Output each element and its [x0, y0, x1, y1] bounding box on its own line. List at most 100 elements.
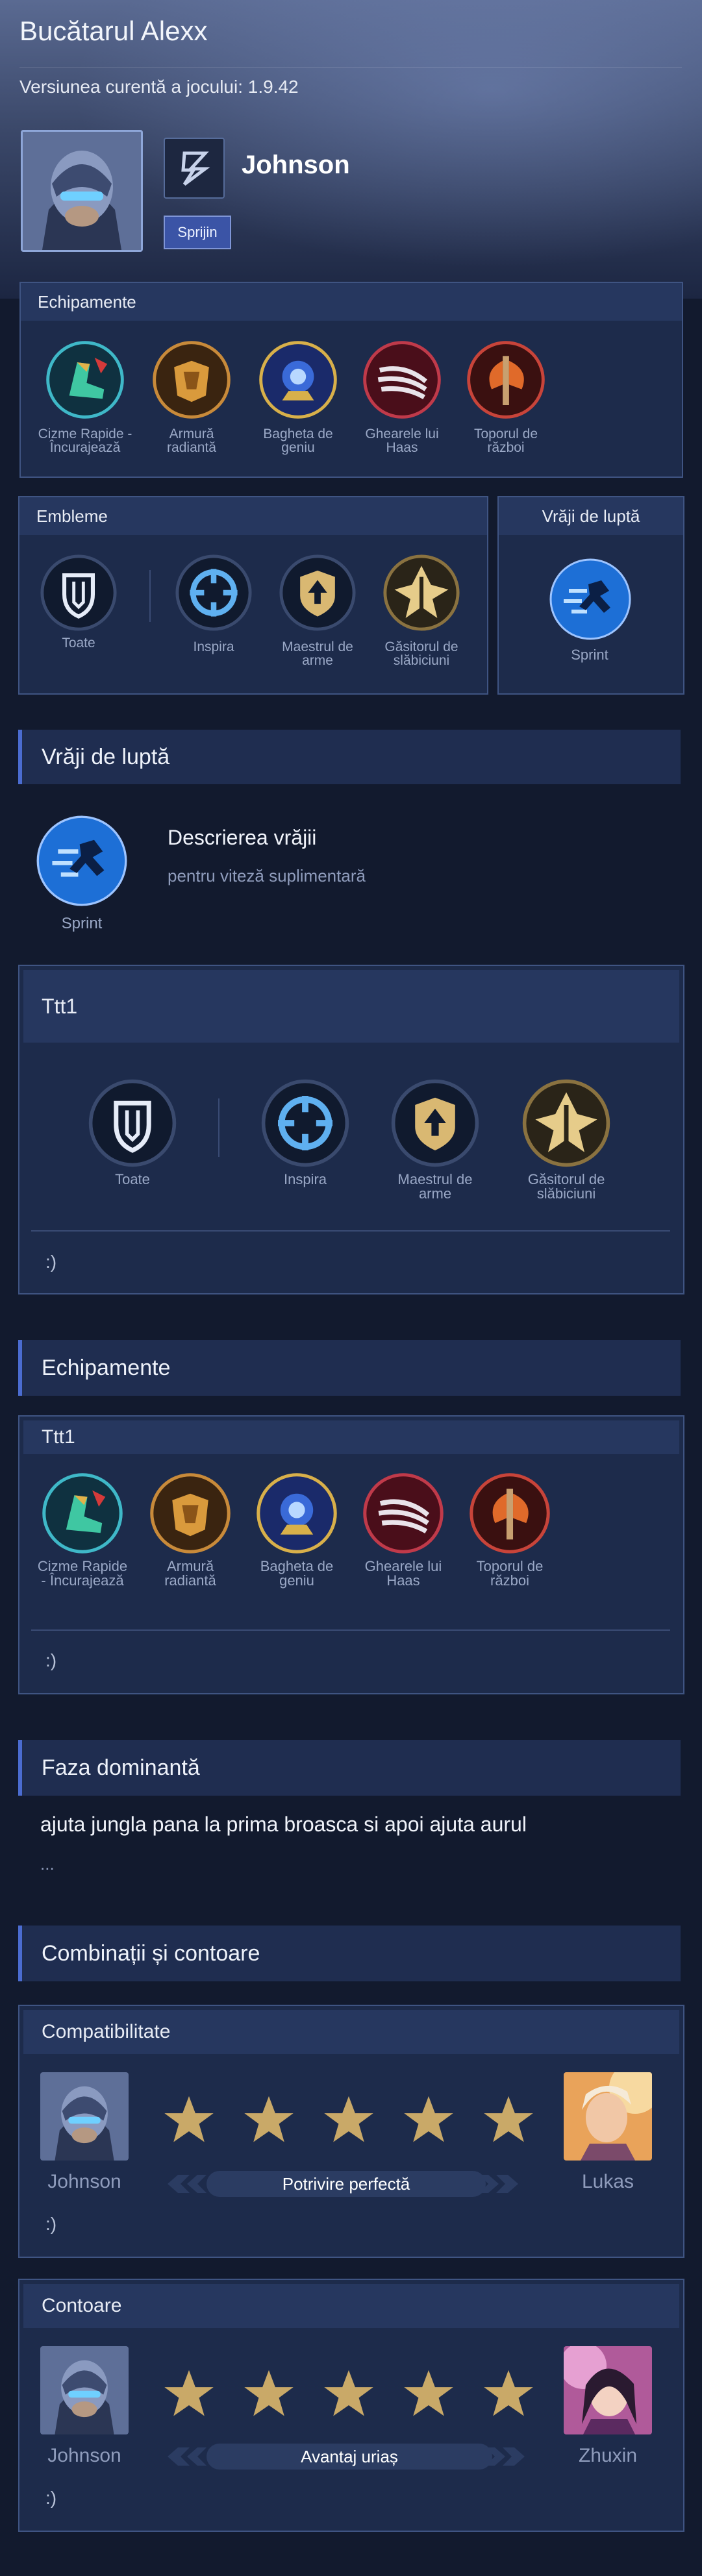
item-label: Găsitorul de slăbiciuni — [527, 1171, 605, 1202]
section-title: Faza dominantă — [42, 1755, 200, 1780]
spell-label: Sprint — [571, 647, 608, 663]
hero-portrait-johnson[interactable] — [40, 2072, 129, 2161]
star-icon — [482, 2093, 535, 2146]
counter-rating-label: Avantaj uriaș — [207, 2444, 492, 2470]
section-title: Echipamente — [42, 1356, 171, 1380]
panel-header: Embleme — [19, 497, 487, 535]
section-dominant-phase: Faza dominantă — [18, 1740, 681, 1796]
weakness-finder-icon[interactable] — [521, 1078, 612, 1169]
left-hero-name: Johnson — [47, 2445, 121, 2466]
panel-header: Ttt1 — [23, 1420, 679, 1454]
item-label: Ghearele lui Haas — [365, 427, 439, 455]
right-hero-name: Lukas — [581, 2171, 634, 2192]
game-version: Versiunea curentă a jocului: 1.9.42 — [19, 77, 299, 97]
item-label: Toporul de război — [476, 1558, 544, 1589]
spell-description-text: pentru viteză suplimentară — [168, 866, 366, 886]
panel-header: Echipamente — [21, 283, 682, 321]
read-more-ellipsis[interactable]: ... — [40, 1854, 55, 1874]
wand-icon[interactable] — [256, 1472, 338, 1554]
weakness-finder-icon[interactable] — [382, 553, 461, 632]
wand-icon[interactable] — [258, 340, 338, 419]
section-battle-spells: Vrăji de luptă — [18, 730, 681, 784]
page-title: Bucătarul Alexx — [19, 16, 208, 46]
role-badge: Sprijin — [164, 216, 231, 249]
sprint-icon[interactable] — [36, 815, 127, 906]
item-label: Toate — [115, 1171, 150, 1187]
item-label: Ghearele lui Haas — [364, 1558, 442, 1589]
armor-icon[interactable] — [152, 340, 231, 419]
panel-title: Vrăji de luptă — [542, 506, 640, 526]
item-label: Armură radiantă — [167, 427, 216, 455]
section-equipment: Echipamente — [18, 1340, 681, 1396]
item-label: Maestrul de arme — [397, 1171, 473, 1202]
counter-note: :) — [45, 2488, 57, 2508]
emblem-all-icon[interactable] — [39, 553, 118, 632]
item-label: Armură radiantă — [164, 1558, 216, 1589]
panel-header: Ttt1 — [23, 970, 679, 1043]
axe-icon[interactable] — [469, 1472, 551, 1554]
panel-divider — [31, 1629, 670, 1631]
inspire-icon[interactable] — [260, 1078, 351, 1169]
panel-divider — [31, 1230, 670, 1232]
star-icon — [322, 2367, 375, 2420]
boots-icon[interactable] — [42, 1472, 123, 1554]
star-icon — [162, 2367, 216, 2420]
panel-header: Vrăji de luptă — [499, 497, 683, 535]
item-label: Inspira — [193, 639, 234, 654]
panel-header: Contoare — [23, 2284, 679, 2328]
item-label: Toate — [62, 636, 95, 650]
left-hero-name: Johnson — [47, 2171, 121, 2192]
star-icon — [242, 2093, 295, 2146]
claws-icon[interactable] — [362, 340, 442, 419]
item-label: Toporul de război — [473, 427, 538, 455]
star-icon — [242, 2367, 295, 2420]
hero-portrait-lukas[interactable] — [564, 2072, 652, 2161]
axe-icon[interactable] — [466, 340, 545, 419]
item-label: Cizme Rapide - Încurajează — [38, 427, 132, 455]
item-label: Maestrul de arme — [282, 639, 353, 668]
hero-portrait[interactable] — [21, 130, 143, 252]
hero-portrait-johnson[interactable] — [40, 2346, 129, 2434]
hero-portrait-zhuxin[interactable] — [564, 2346, 652, 2434]
role-emblem-icon — [164, 138, 225, 199]
weapon-master-icon[interactable] — [390, 1078, 481, 1169]
star-icon — [402, 2367, 455, 2420]
compatibility-rating-label: Potrivire perfectă — [207, 2171, 486, 2197]
compatibility-note: :) — [45, 2214, 57, 2234]
emblem-divider — [218, 1098, 219, 1157]
build-title: Ttt1 — [42, 1426, 75, 1448]
star-icon — [162, 2093, 216, 2146]
equipment-note: :) — [45, 1650, 57, 1670]
panel-title: Compatibilitate — [42, 2021, 171, 2042]
section-title: Vrăji de luptă — [42, 745, 170, 769]
star-icon — [482, 2367, 535, 2420]
build-note: :) — [45, 1252, 57, 1272]
weapon-master-icon[interactable] — [278, 553, 357, 632]
claws-icon[interactable] — [362, 1472, 444, 1554]
hero-name: Johnson — [242, 151, 350, 179]
build-title: Ttt1 — [42, 995, 78, 1018]
star-icon — [322, 2093, 375, 2146]
equipment-build-panel: Ttt1 — [18, 1415, 684, 1694]
dominant-phase-text: ajuta jungla pana la prima broasca si ap… — [40, 1813, 527, 1836]
emblem-all-icon[interactable] — [87, 1078, 178, 1169]
boots-icon[interactable] — [45, 340, 125, 419]
item-label: Bagheta de geniu — [263, 427, 333, 455]
section-combos-counters: Combinații și contoare — [18, 1926, 681, 1981]
spell-description-title: Descrierea vrăjii — [168, 826, 317, 849]
star-icon — [402, 2093, 455, 2146]
panel-title: Contoare — [42, 2295, 122, 2316]
item-label: Cizme Rapide - Încurajează — [37, 1558, 128, 1589]
spell-label: Sprint — [61, 915, 103, 932]
sprint-icon[interactable] — [549, 558, 631, 640]
panel-title: Echipamente — [38, 292, 136, 312]
section-title: Combinații și contoare — [42, 1941, 260, 1966]
item-label: Bagheta de geniu — [260, 1558, 334, 1589]
panel-header: Compatibilitate — [23, 2010, 679, 2054]
item-label: Inspira — [283, 1171, 327, 1187]
emblem-divider — [149, 570, 151, 622]
armor-icon[interactable] — [149, 1472, 231, 1554]
panel-title: Embleme — [36, 506, 108, 526]
item-label: Găsitorul de slăbiciuni — [384, 639, 458, 668]
inspire-icon[interactable] — [174, 553, 253, 632]
